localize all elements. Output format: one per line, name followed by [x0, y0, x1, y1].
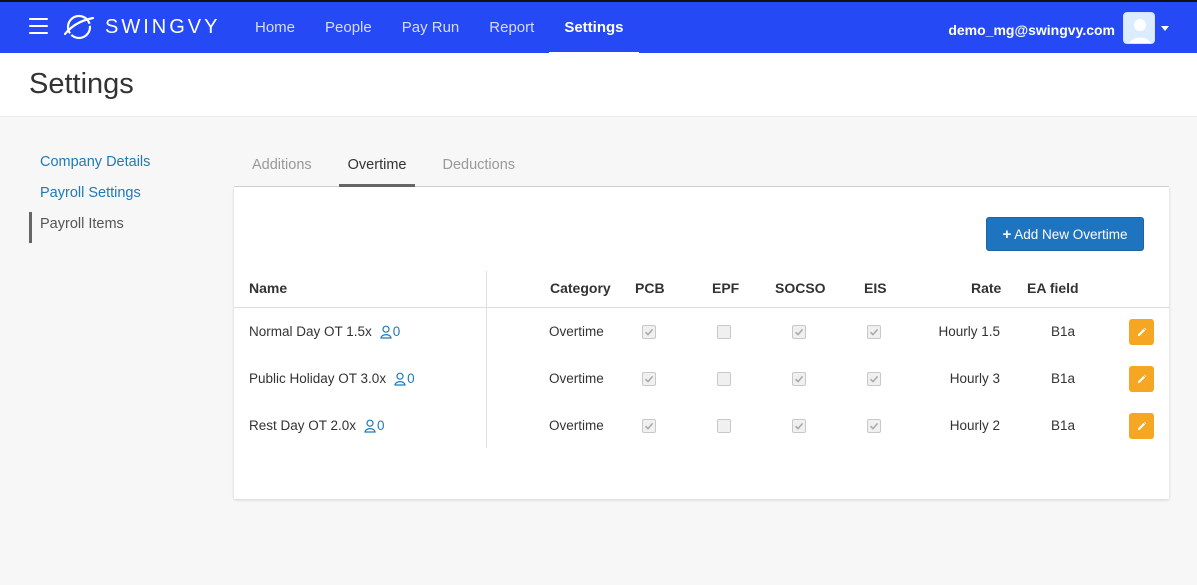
eis-checkbox	[867, 419, 881, 433]
add-new-overtime-label: Add New Overtime	[1014, 226, 1128, 242]
tab-overtime[interactable]: Overtime	[330, 147, 425, 187]
nav-home[interactable]: Home	[240, 2, 310, 53]
brand-name: SWINGVY	[105, 15, 221, 38]
employee-count: 0	[392, 324, 401, 339]
pcb-checkbox	[642, 419, 656, 433]
person-icon	[394, 372, 407, 386]
pencil-icon	[1136, 327, 1147, 338]
table-row-name: Rest Day OT 2.0x 0	[249, 418, 385, 433]
header-eis: EIS	[864, 280, 887, 296]
settings-sidebar: Company Details Payroll Settings Payroll…	[29, 150, 219, 243]
category-cell: Overtime	[549, 324, 604, 339]
payroll-item-name: Normal Day OT 1.5x	[249, 324, 372, 339]
employee-count: 0	[407, 371, 415, 386]
employee-count-link[interactable]: 0	[394, 371, 415, 386]
ea-field-cell: B1a	[1051, 324, 1076, 339]
swingvy-logo-icon	[63, 14, 95, 40]
logo[interactable]: SWINGVY	[63, 12, 220, 42]
rate-cell: Hourly 1.5	[938, 324, 1000, 339]
person-icon	[364, 419, 377, 433]
tab-deductions[interactable]: Deductions	[424, 147, 533, 186]
payroll-item-name: Rest Day OT 2.0x	[249, 418, 357, 433]
menu-icon[interactable]	[29, 18, 48, 34]
rate-cell: Hourly 3	[949, 371, 1000, 386]
header-rate: Rate	[971, 280, 1002, 296]
sidebar-item-payroll-settings[interactable]: Payroll Settings	[29, 181, 219, 212]
top-nav-bar: SWINGVY Home People Pay Run Report Setti…	[0, 0, 1197, 55]
socso-checkbox	[792, 419, 806, 433]
socso-checkbox	[792, 325, 806, 339]
edit-button[interactable]	[1129, 319, 1154, 345]
chevron-down-icon[interactable]	[1161, 26, 1169, 31]
add-new-overtime-button[interactable]: + Add New Overtime	[986, 217, 1144, 251]
avatar[interactable]	[1123, 12, 1155, 44]
user-email[interactable]: demo_mg@swingvy.com	[948, 2, 1115, 59]
person-icon	[380, 325, 393, 339]
sidebar-item-payroll-items[interactable]: Payroll Items	[29, 212, 219, 243]
employee-count-link[interactable]: 0	[364, 418, 385, 433]
header-name: Name	[249, 280, 288, 296]
nav-pay-run[interactable]: Pay Run	[387, 2, 475, 53]
employee-count-link[interactable]: 0	[380, 324, 401, 339]
plus-icon: +	[1002, 225, 1012, 243]
epf-checkbox	[717, 419, 731, 433]
title-bar: Settings	[0, 53, 1197, 117]
pencil-icon	[1136, 374, 1147, 385]
nav-people[interactable]: People	[310, 2, 387, 53]
nav-report[interactable]: Report	[474, 2, 549, 53]
nav-settings[interactable]: Settings	[549, 2, 639, 55]
header-divider	[234, 307, 1169, 308]
main-nav: Home People Pay Run Report Settings	[240, 2, 639, 55]
header-category: Category	[550, 280, 611, 296]
ea-field-cell: B1a	[1051, 371, 1076, 386]
edit-button[interactable]	[1129, 366, 1154, 392]
epf-checkbox	[717, 325, 731, 339]
column-divider	[486, 271, 487, 448]
tab-additions[interactable]: Additions	[234, 147, 330, 186]
payroll-item-name: Public Holiday OT 3.0x	[249, 371, 387, 386]
header-epf: EPF	[712, 280, 740, 296]
pcb-checkbox	[642, 325, 656, 339]
eis-checkbox	[867, 372, 881, 386]
socso-checkbox	[792, 372, 806, 386]
header-pcb: PCB	[635, 280, 665, 296]
table-row-name: Public Holiday OT 3.0x 0	[249, 371, 415, 386]
overtime-panel: + Add New Overtime Name Category PCB EPF…	[234, 187, 1169, 499]
pcb-checkbox	[642, 372, 656, 386]
sidebar-item-company-details[interactable]: Company Details	[29, 150, 219, 181]
page-title: Settings	[29, 68, 134, 100]
ea-field-cell: B1a	[1051, 418, 1076, 433]
category-cell: Overtime	[549, 418, 604, 433]
table-row-name: Normal Day OT 1.5x 0	[249, 324, 400, 339]
eis-checkbox	[867, 325, 881, 339]
user-avatar-icon	[1124, 13, 1154, 43]
pencil-icon	[1136, 421, 1147, 432]
payroll-item-tabs: Additions Overtime Deductions	[234, 147, 1169, 187]
rate-cell: Hourly 2	[949, 418, 1000, 433]
employee-count: 0	[377, 418, 385, 433]
header-socso: SOCSO	[775, 280, 826, 296]
category-cell: Overtime	[549, 371, 604, 386]
epf-checkbox	[717, 372, 731, 386]
edit-button[interactable]	[1129, 413, 1154, 439]
header-ea-field: EA field	[1027, 280, 1079, 296]
